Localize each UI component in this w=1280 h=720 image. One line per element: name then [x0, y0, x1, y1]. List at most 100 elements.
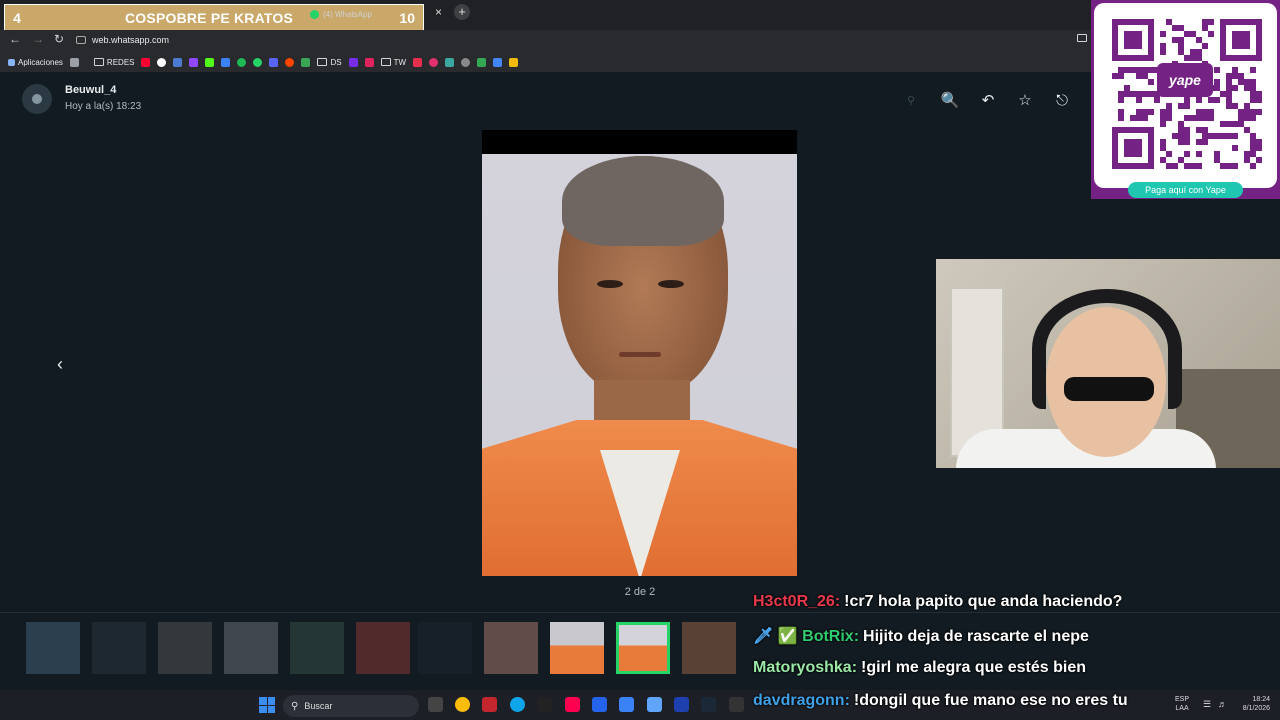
bookmark-blue2-icon[interactable] [493, 57, 503, 67]
site-info-icon[interactable] [76, 36, 86, 44]
folder-icon [317, 58, 328, 66]
binance-icon[interactable] [509, 57, 519, 67]
language-indicator[interactable]: ESP LAA [1175, 695, 1189, 713]
bookmark-teal-icon[interactable] [445, 57, 455, 67]
photo-mouth [619, 352, 661, 357]
reddit-icon[interactable] [285, 57, 295, 67]
bookmark-green-icon[interactable] [301, 57, 311, 67]
app-gray-icon[interactable] [729, 697, 744, 712]
close-tab-icon[interactable]: × [435, 5, 442, 19]
new-tab-button[interactable]: + [454, 4, 470, 20]
bookmark-folder-label: REDES [106, 57, 135, 67]
yape-logo: yape [1157, 63, 1213, 97]
kick-icon[interactable] [205, 57, 215, 67]
chrome-icon[interactable] [455, 697, 470, 712]
language-code: ESP [1175, 696, 1190, 703]
pin-icon[interactable]: ⎋ [1052, 90, 1072, 110]
taskbar-search-label: Buscar [304, 701, 333, 711]
back-icon[interactable]: ← [9, 32, 21, 46]
message-timestamp: Hoy a la(s) 18:23 [65, 101, 142, 112]
thumbnail[interactable] [484, 622, 538, 674]
avatar[interactable] [22, 84, 52, 114]
chat-username: Matoryoshka: [753, 659, 858, 676]
bookmark-folder-label: DS [330, 57, 342, 67]
reply-icon[interactable]: ↶ [978, 90, 998, 110]
bookmark-blue-icon[interactable] [221, 57, 231, 67]
chat-username: davdragonn: [753, 692, 850, 709]
thumbnail[interactable] [224, 622, 278, 674]
bookmark-red-icon[interactable] [364, 57, 374, 67]
thumbnail[interactable] [356, 622, 410, 674]
translate-icon[interactable] [173, 57, 183, 67]
app-red-icon[interactable] [482, 697, 497, 712]
sender-name[interactable]: Beuwul_4 [65, 84, 116, 96]
edge-icon[interactable] [510, 697, 525, 712]
app-window-icon[interactable] [647, 697, 662, 712]
thumbnail[interactable] [550, 622, 604, 674]
twitch-stats-icon[interactable] [348, 57, 358, 67]
sunglasses-icon [1064, 377, 1154, 401]
notepad-icon[interactable] [619, 697, 634, 712]
windows-start-icon[interactable] [259, 697, 275, 713]
folder-icon [93, 58, 104, 66]
apps-grid-icon [8, 58, 15, 66]
bookmark-folder-ds[interactable]: DS [317, 57, 342, 67]
bookmark-folder-redes[interactable]: REDES [93, 57, 135, 67]
thumbnail[interactable] [92, 622, 146, 674]
clock-date: 8/1/2026 [1242, 705, 1270, 712]
counter-left-value: 4 [13, 9, 21, 26]
discord-icon[interactable] [269, 57, 279, 67]
whatsapp-icon [310, 9, 319, 19]
thumbnail-selected[interactable] [616, 622, 670, 674]
url-text: web.whatsapp.com [92, 35, 170, 45]
bookmarks-bar: Aplicaciones REDES DS TW [0, 52, 1280, 72]
media-photo [482, 130, 797, 576]
chat-username: BotRix: [802, 628, 860, 645]
bookmark-green2-icon[interactable] [477, 57, 487, 67]
app-blue-icon[interactable] [592, 697, 607, 712]
twitch-icon[interactable] [189, 57, 199, 67]
bookmark-gray-icon[interactable] [461, 57, 471, 67]
google-icon[interactable] [157, 57, 167, 67]
tiktok-icon[interactable] [565, 697, 580, 712]
task-view-icon[interactable] [428, 697, 443, 712]
user-icon [32, 94, 42, 104]
grid-icon[interactable] [69, 57, 79, 67]
chat-badges: 🗡 ✅ [753, 628, 798, 645]
tab-whatsapp[interactable]: (4) WhatsApp [310, 6, 440, 22]
zoom-in-icon[interactable]: 🔍 [940, 90, 960, 110]
chat-message: !cr7 hola papito que anda haciendo? [844, 593, 1123, 610]
bookmark-folder-label: TW [393, 57, 407, 67]
bookmark-apps[interactable]: Aplicaciones [8, 58, 63, 67]
terminal-icon[interactable] [537, 697, 552, 712]
spotify-icon[interactable] [237, 57, 247, 67]
screenshot-icon[interactable] [1077, 34, 1087, 42]
instagram-icon[interactable] [429, 57, 439, 67]
bookmark-pink-icon[interactable] [413, 57, 423, 67]
media-position-counter: 2 de 2 [624, 586, 656, 598]
thumbnail-video[interactable] [418, 622, 472, 674]
bookmark-folder-tw[interactable]: TW [380, 57, 407, 67]
whatsapp-bookmark-icon[interactable] [253, 57, 263, 67]
forward-icon[interactable]: → [32, 32, 44, 46]
thumbnail[interactable] [682, 622, 736, 674]
webcam-overlay [936, 259, 1280, 468]
taskbar-search[interactable]: ⚲ Buscar [283, 695, 419, 717]
star-icon[interactable]: ☆ [1015, 90, 1035, 110]
chat-line: 🗡 ✅ BotRix: Hijito deja de rascarte el ne… [753, 626, 1273, 646]
steam-icon[interactable] [701, 697, 716, 712]
thumbnail[interactable] [290, 622, 344, 674]
url-field[interactable]: web.whatsapp.com [76, 32, 1086, 48]
wifi-icon[interactable]: ☰ [1203, 699, 1211, 710]
previous-media-button[interactable]: ‹ [48, 353, 72, 377]
thumbnail[interactable] [158, 622, 212, 674]
chat-line: Matoryoshka: !girl me alegra que estés bi… [753, 659, 1273, 677]
app-dark-blue-icon[interactable] [674, 697, 689, 712]
thumbnail[interactable] [26, 622, 80, 674]
search-icon: ⚲ [291, 700, 299, 712]
youtube-icon[interactable] [141, 57, 151, 67]
taskbar-clock[interactable]: 18:24 8/1/2026 [1234, 695, 1270, 713]
reload-icon[interactable]: ↻ [54, 32, 64, 46]
volume-icon[interactable]: ♬ [1218, 699, 1227, 709]
qr-card: yape [1094, 3, 1277, 188]
